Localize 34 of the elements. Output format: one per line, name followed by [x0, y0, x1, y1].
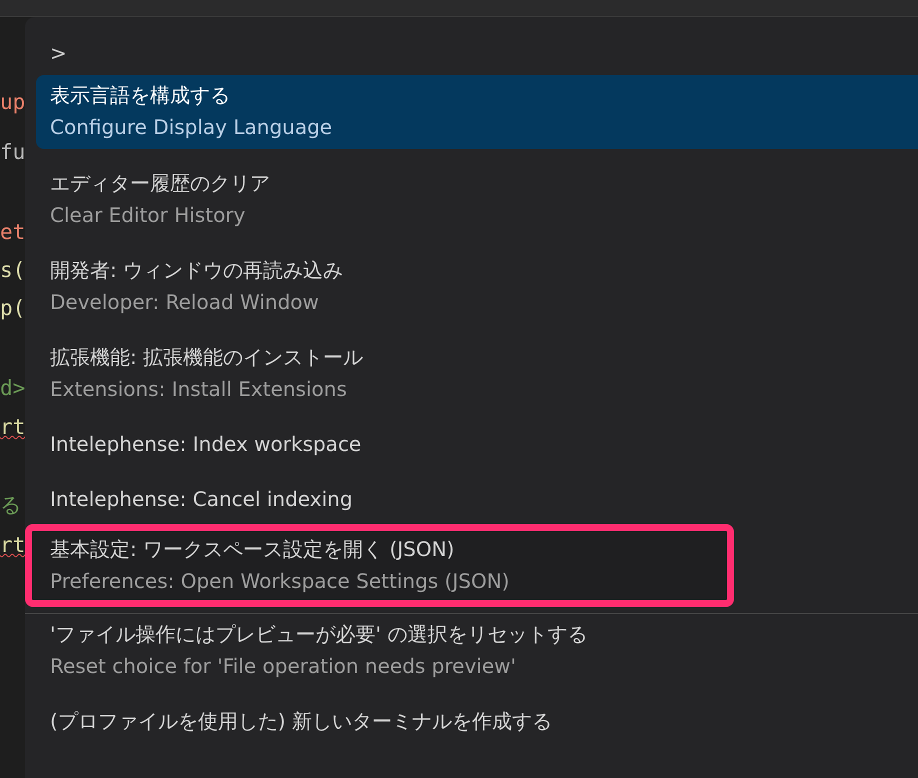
command-label: 'ファイル操作にはプレビューが必要' の選択をリセットする [50, 621, 588, 648]
command-detail: Extensions: Install Extensions [50, 376, 348, 403]
code-fragment: p( [0, 295, 25, 322]
command-label: Intelephense: Cancel indexing [50, 486, 354, 513]
command-item[interactable]: (プロファイルを使用した) 新しいターミナルを作成する [36, 701, 918, 742]
command-item[interactable]: 基本設定: ワークスペース設定を開く (JSON) Preferences: Open Workspace Settings (JSON) [25, 524, 734, 607]
command-detail: Reset choice for 'File operation needs preview' [50, 653, 518, 680]
command-label: 拡張機能: 拡張機能のインストール [50, 344, 364, 371]
code-fragment: d> [0, 375, 25, 402]
command-detail: Configure Display Language [50, 114, 334, 141]
code-fragment: up [0, 89, 25, 116]
command-label: エディター履歴のクリア [50, 170, 271, 197]
code-fragment: る [0, 492, 23, 519]
command-label: 表示言語を構成する [50, 82, 231, 109]
command-input[interactable]: > [36, 31, 250, 75]
command-item[interactable]: Intelephense: Cancel indexing [36, 479, 918, 520]
command-item[interactable]: 'ファイル操作にはプレビューが必要' の選択をリセットする Reset choice for 'File operation needs preview' [25, 613, 918, 687]
code-fragment: et [0, 219, 25, 246]
command-item[interactable]: 拡張機能: 拡張機能のインストール Extensions: Install Extensions [36, 337, 918, 410]
code-fragment: fu [0, 139, 25, 166]
code-fragment: rt [0, 414, 25, 441]
command-label: Intelephense: Index workspace [50, 431, 362, 458]
command-label: (プロファイルを使用した) 新しいターミナルを作成する [50, 708, 553, 735]
command-label: 基本設定: ワークスペース設定を開く (JSON) [50, 536, 456, 563]
command-item[interactable]: エディター履歴のクリア Clear Editor History [36, 163, 918, 236]
command-item[interactable]: 表示言語を構成する Configure Display Language [36, 75, 918, 149]
command-detail: Developer: Reload Window [50, 289, 320, 316]
command-label: 開発者: ウィンドウの再読み込み [50, 257, 344, 284]
command-detail: Preferences: Open Workspace Settings (JSON) [50, 568, 510, 595]
command-detail: Clear Editor History [50, 202, 246, 229]
command-item[interactable]: 開発者: ウィンドウの再読み込み Developer: Reload Window [36, 250, 918, 323]
code-fragment: rt [0, 532, 25, 559]
code-fragment: s( [0, 257, 25, 284]
command-item[interactable]: Intelephense: Index workspace [36, 424, 918, 465]
